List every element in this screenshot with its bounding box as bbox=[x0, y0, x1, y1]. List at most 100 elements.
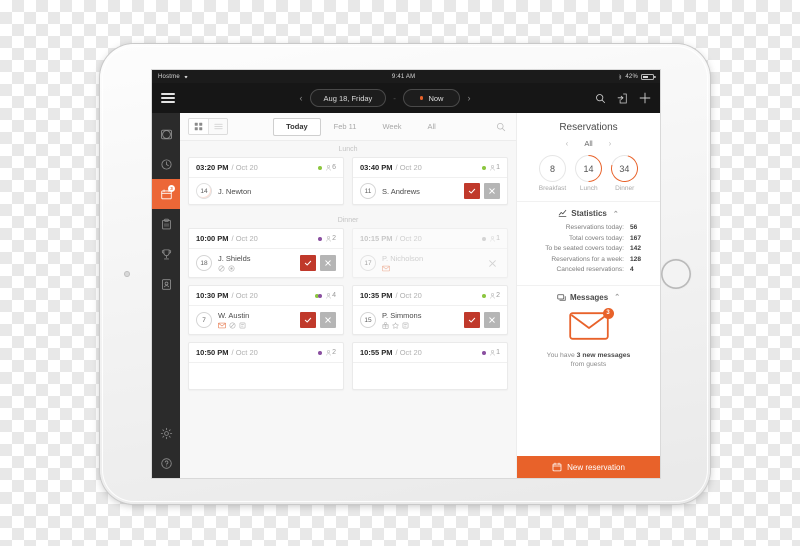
note-icon bbox=[239, 322, 246, 329]
messages-text-bold: 3 new messages bbox=[576, 351, 631, 359]
filter-prev-arrow[interactable]: ‹ bbox=[566, 139, 569, 148]
filter-next-arrow[interactable]: › bbox=[609, 139, 612, 148]
current-date-pill[interactable]: Aug 18, Friday bbox=[309, 89, 387, 107]
guest-info: W. Austin bbox=[218, 311, 294, 329]
status-dot-icon bbox=[481, 165, 486, 170]
stat-value: 56 bbox=[630, 224, 638, 231]
cancel-button[interactable] bbox=[320, 312, 336, 328]
tab-feb-11[interactable]: Feb 11 bbox=[321, 118, 370, 136]
messages-header[interactable]: Messages ⌃ bbox=[517, 284, 660, 308]
chevron-up-icon[interactable]: ⌃ bbox=[613, 210, 619, 218]
sidebar-item-orders[interactable] bbox=[152, 209, 180, 239]
cancel-button[interactable] bbox=[484, 183, 500, 199]
hamburger-icon[interactable] bbox=[161, 93, 175, 103]
tab-all[interactable]: All bbox=[415, 118, 449, 136]
meal-counters: 8 Breakfast 14 Lunch 34 Dinner bbox=[517, 149, 660, 201]
no-entry-icon bbox=[229, 322, 236, 329]
reservation-card[interactable]: 10:55 PM / Oct 20 1 bbox=[352, 342, 508, 390]
party-count: 2 bbox=[332, 235, 336, 242]
import-icon[interactable] bbox=[617, 93, 628, 104]
front-camera bbox=[124, 271, 130, 277]
note-icon bbox=[402, 322, 409, 329]
reservation-card[interactable]: 10:50 PM / Oct 20 2 bbox=[188, 342, 344, 390]
messages-envelope[interactable]: 3 bbox=[568, 307, 614, 345]
reservation-card[interactable]: 03:20 PM / Oct 20 6 14 J. Newton bbox=[188, 157, 344, 205]
new-reservation-button[interactable]: New reservation bbox=[517, 456, 660, 478]
stat-label: Reservations for a week: bbox=[551, 255, 624, 263]
reservation-card[interactable]: 10:35 PM / Oct 20 2 15 P. Simmons bbox=[352, 285, 508, 335]
reservation-time: 10:00 PM bbox=[196, 234, 229, 243]
sidebar-item-waitlist[interactable] bbox=[152, 149, 180, 179]
search-icon[interactable] bbox=[595, 93, 606, 104]
card-actions bbox=[300, 255, 336, 271]
card-body: 17 P. Nicholson bbox=[353, 249, 507, 277]
status-battery: 42% bbox=[618, 73, 656, 80]
card-header-right: 1 bbox=[481, 164, 500, 171]
messages-text: You have 3 new messages from guests bbox=[527, 351, 650, 371]
cancel-button[interactable] bbox=[484, 312, 500, 328]
allergy-icon bbox=[228, 265, 235, 272]
close-icon bbox=[489, 317, 495, 323]
trophy-icon bbox=[161, 248, 171, 259]
list-search-button[interactable] bbox=[494, 120, 508, 134]
cancel-button[interactable] bbox=[484, 255, 500, 271]
top-action-icons bbox=[595, 92, 651, 104]
stat-label: Canceled reservations: bbox=[556, 266, 624, 273]
tab-today[interactable]: Today bbox=[273, 117, 321, 136]
battery-percent: 42% bbox=[625, 73, 638, 80]
summary-title: Reservations bbox=[559, 122, 618, 133]
party-count: 2 bbox=[496, 292, 500, 299]
search-icon bbox=[497, 122, 506, 131]
card-header-right: 2 bbox=[481, 292, 500, 299]
counter-lunch[interactable]: 14 Lunch bbox=[569, 149, 608, 192]
sidebar-item-guests[interactable] bbox=[152, 269, 180, 299]
sidebar-item-tables[interactable] bbox=[152, 119, 180, 149]
grid-view-button[interactable] bbox=[189, 119, 208, 134]
guest-tags bbox=[218, 265, 294, 272]
dinner-label: Dinner bbox=[615, 185, 635, 192]
plus-icon[interactable] bbox=[639, 92, 651, 104]
stat-row: Reservations for a week: 128 bbox=[525, 256, 652, 263]
filter-value[interactable]: All bbox=[584, 139, 592, 148]
confirm-button[interactable] bbox=[464, 312, 480, 328]
check-icon bbox=[304, 317, 312, 323]
reservation-card[interactable]: 10:30 PM / Oct 20 4 7 W. Austin bbox=[188, 285, 344, 335]
next-day-arrow[interactable]: › bbox=[467, 93, 470, 103]
prev-day-arrow[interactable]: ‹ bbox=[300, 93, 303, 103]
reservation-row: 03:20 PM / Oct 20 6 14 J. Newton 03:40 P… bbox=[188, 157, 508, 205]
reservation-row: 10:00 PM / Oct 20 2 18 J. Shields 10:15 … bbox=[188, 228, 508, 278]
reservation-time: 03:40 PM bbox=[360, 163, 393, 172]
reservation-card[interactable]: 10:00 PM / Oct 20 2 18 J. Shields bbox=[188, 228, 344, 278]
carrier-label: Hostme bbox=[158, 73, 180, 80]
stat-row: To be seated covers today: 142 bbox=[525, 245, 652, 252]
confirm-button[interactable] bbox=[300, 255, 316, 271]
counter-dinner[interactable]: 34 Dinner bbox=[606, 150, 644, 192]
confirm-button[interactable] bbox=[300, 312, 316, 328]
person-icon bbox=[325, 164, 331, 171]
counter-breakfast[interactable]: 8 Breakfast bbox=[539, 155, 566, 192]
reservation-card[interactable]: 10:15 PM / Oct 20 1 17 P. Nicholson bbox=[352, 228, 508, 278]
cancel-button[interactable] bbox=[320, 255, 336, 271]
home-button[interactable] bbox=[661, 259, 691, 289]
reservation-date: / Oct 20 bbox=[231, 348, 258, 357]
lunch-label: Lunch bbox=[579, 185, 598, 192]
reservation-date: / Oct 20 bbox=[231, 163, 258, 172]
statistics-header[interactable]: Statistics ⌃ bbox=[517, 201, 660, 224]
now-pill[interactable]: Now bbox=[402, 89, 461, 107]
sidebar-item-rewards[interactable] bbox=[152, 239, 180, 269]
guest-info: P. Simmons bbox=[382, 311, 458, 329]
breakfast-circle: 8 bbox=[539, 155, 566, 182]
sidebar-item-help[interactable] bbox=[152, 448, 180, 478]
sidebar-item-settings[interactable] bbox=[152, 418, 180, 448]
tab-week[interactable]: Week bbox=[369, 118, 414, 136]
card-header: 10:15 PM / Oct 20 1 bbox=[353, 229, 507, 249]
left-sidebar: 3 bbox=[152, 113, 180, 478]
sidebar-item-reservations[interactable]: 3 bbox=[152, 179, 180, 209]
confirm-button[interactable] bbox=[464, 183, 480, 199]
party-size: 2 bbox=[489, 292, 500, 299]
list-view-button[interactable] bbox=[208, 119, 227, 134]
reservation-card[interactable]: 03:40 PM / Oct 20 1 11 S. Andrews bbox=[352, 157, 508, 205]
chevron-up-icon[interactable]: ⌃ bbox=[614, 293, 620, 301]
card-header-right: 2 bbox=[317, 235, 336, 242]
summary-panel: Reservations ‹ All › 8 Breakfast 14 Lunc… bbox=[516, 113, 660, 478]
